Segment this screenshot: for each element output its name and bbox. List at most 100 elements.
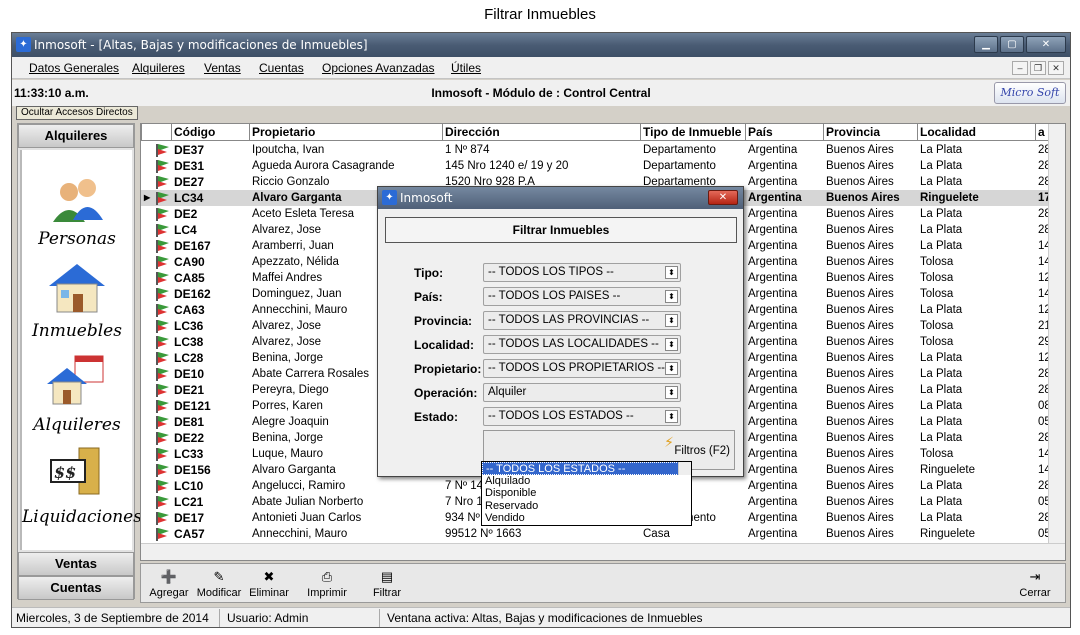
flag-icon [156,416,169,429]
apply-filters-button[interactable]: Filtros (F2) [674,445,730,457]
column-header[interactable]: Provincia [823,124,917,141]
table-cell: Argentina [748,272,798,284]
menu-utiles[interactable]: Útiles [451,61,481,75]
add-button[interactable]: ➕ Agregar [145,566,193,599]
dropdown-option[interactable]: Alquilado [482,475,691,488]
select-arrow-icon[interactable]: ⬍ [665,362,678,375]
main-window: ✦ Inmosoft - [Altas, Bajas y modificacio… [11,32,1071,628]
panel-header-cuentas[interactable]: Cuentas [18,576,134,600]
rent-house-icon [47,355,104,405]
flag-icon [156,464,169,477]
add-icon: ➕ [160,569,178,584]
mdi-restore-button[interactable]: ❐ [1030,61,1046,75]
dialog-close-button[interactable]: ✕ [708,190,738,205]
dropdown-option[interactable]: Reservado [482,500,691,513]
menu-opciones-avanzadas[interactable]: Opciones Avanzadas [322,61,435,75]
app-icon: ✦ [16,37,31,52]
close-button[interactable]: ✕ [1026,36,1066,53]
page-caption: Filtrar Inmuebles [484,6,596,23]
shortcut-alquileres[interactable]: Alquileres [22,354,132,435]
column-header[interactable]: Propietario [249,124,442,141]
table-cell: Tolosa [920,336,954,348]
select-arrow-icon[interactable]: ⬍ [665,386,678,399]
select-arrow-icon[interactable]: ⬍ [665,314,678,327]
filter-button[interactable]: ▤ Filtrar [363,566,411,599]
window-titlebar[interactable]: ✦ Inmosoft - [Altas, Bajas y modificacio… [12,33,1070,57]
filter-select[interactable]: -- TODOS LAS LOCALIDADES -- ⬍ [483,335,681,354]
mdi-minimize-button[interactable]: – [1012,61,1028,75]
row-indicator [144,526,154,542]
table-cell: CA90 [174,255,205,269]
menu-ventas[interactable]: Ventas [204,61,241,75]
select-arrow-icon[interactable]: ⬍ [665,266,678,279]
table-cell: La Plata [920,496,963,508]
table-cell: Tolosa [920,448,954,460]
column-header[interactable]: Tipo de Inmueble [640,124,745,141]
dropdown-option[interactable]: Disponible [482,487,691,500]
select-arrow-icon[interactable]: ⬍ [665,338,678,351]
grid-horizontal-scrollbar[interactable] [141,543,1065,560]
delete-button[interactable]: ✖ Eliminar [245,566,293,599]
dialog-title: Inmosoft [400,191,453,205]
close-window-button[interactable]: ⇥ Cerrar [1011,566,1059,599]
table-cell: CA85 [174,271,205,285]
filter-select[interactable]: -- TODOS LAS PROVINCIAS -- ⬍ [483,311,681,330]
table-row[interactable]: DE37 Ipoutcha, Ivan 1 Nº 874 Departamento Ar… [141,142,1049,158]
filter-select[interactable]: -- TODOS LOS PROPIETARIOS -- ⬍ [483,359,681,378]
panel-header-alquileres[interactable]: Alquileres [18,124,134,148]
filter-select[interactable]: -- TODOS LOS TIPOS -- ⬍ [483,263,681,282]
status-bar: Miercoles, 3 de Septiembre de 2014 Usuar… [12,607,1070,627]
printer-icon: ⎙ [321,569,333,584]
row-indicator [144,334,154,350]
table-cell: Annecchini, Mauro [252,528,348,540]
filter-select[interactable]: -- TODOS LOS PAISES -- ⬍ [483,287,681,306]
table-cell: La Plata [920,480,963,492]
shortcut-inmuebles[interactable]: Inmuebles [22,260,132,341]
dropdown-option[interactable]: -- TODOS LOS ESTADOS -- [482,462,691,475]
menu-datos-generales[interactable]: Datos Generales [29,61,119,75]
column-header[interactable]: a Ir [1035,124,1049,141]
dropdown-option[interactable]: Vendido [482,512,691,525]
flag-icon [156,208,169,221]
column-header[interactable]: Dirección [442,124,640,141]
shortcut-liquidaciones[interactable]: $$ Liquidaciones [22,446,142,527]
minimize-button[interactable]: ▁ [974,36,998,53]
filter-select[interactable]: -- TODOS LOS ESTADOS -- ⬍ [483,407,681,426]
estado-dropdown-list[interactable]: -- TODOS LOS ESTADOS -- Alquilado Dispon… [481,461,692,526]
shortcuts-list: Personas Inmuebles Alquileres $$ Liquida… [20,150,142,550]
table-row[interactable]: DE31 Agueda Aurora Casagrande 145 Nro 1240… [141,158,1049,174]
grid-vertical-scrollbar[interactable] [1048,124,1065,560]
column-header[interactable]: Código [171,124,249,141]
print-button[interactable]: ⎙ Imprimir [303,566,351,599]
mdi-close-button[interactable]: ✕ [1048,61,1064,75]
filter-label: Operación: [414,386,478,400]
hide-shortcuts-button[interactable]: Ocultar Accesos Directos [16,106,138,120]
table-cell: Angelucci, Ramiro [252,480,346,492]
menu-cuentas[interactable]: Cuentas [259,61,304,75]
delete-label: Eliminar [249,587,289,599]
table-cell: LC4 [174,223,197,237]
maximize-button[interactable]: ▢ [1000,36,1024,53]
table-cell: La Plata [920,416,963,428]
table-cell: Buenos Aires [826,208,894,220]
menu-alquileres[interactable]: Alquileres [132,61,185,75]
table-row[interactable]: CA57 Annecchini, Mauro 99512 Nº 1663 Casa Ar… [141,526,1049,542]
column-header[interactable]: País [745,124,823,141]
table-cell: Tolosa [920,256,954,268]
table-cell: Argentina [748,192,802,204]
table-cell: 14. [1038,448,1049,460]
dialog-titlebar[interactable]: ✦ Inmosoft ✕ [378,187,743,209]
table-cell: Departamento [643,144,716,156]
filter-select[interactable]: Alquiler ⬍ [483,383,681,402]
flag-icon [156,432,169,445]
select-arrow-icon[interactable]: ⬍ [665,290,678,303]
select-arrow-icon[interactable]: ⬍ [665,410,678,423]
shortcut-personas[interactable]: Personas [22,176,132,249]
close-label: Cerrar [1019,587,1051,599]
column-header[interactable]: Localidad [917,124,1035,141]
row-indicator [144,398,154,414]
table-cell: 12. [1038,352,1049,364]
panel-header-ventas[interactable]: Ventas [18,552,134,576]
dropdown-scrollbar[interactable] [678,462,691,475]
modify-button[interactable]: ✎ Modificar [195,566,243,599]
